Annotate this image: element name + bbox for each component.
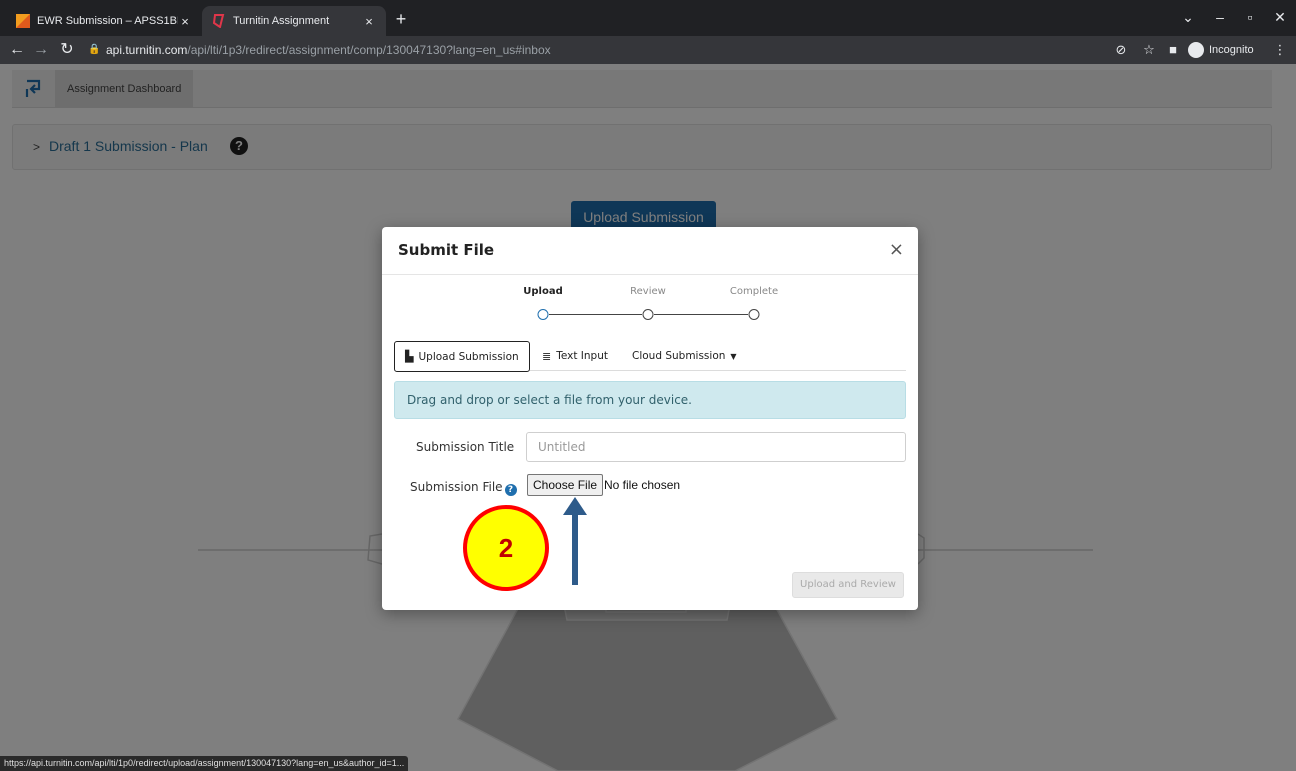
turnitin-favicon-icon [212,14,225,28]
step-connector [654,314,748,315]
restore-icon[interactable]: ▫ [1236,6,1264,28]
browser-tab-turnitin[interactable]: Turnitin Assignment × [202,6,386,36]
moodle-favicon-icon [16,14,30,28]
question-circle-icon[interactable]: ? [504,484,517,496]
tab-title: EWR Submission – APSS1BN16 E [37,15,178,27]
step-complete-label: Complete [729,286,779,297]
tab-cloud-label: Cloud Submission [632,350,726,362]
submission-title-label: Submission Title [416,440,515,454]
tab-close-icon[interactable]: × [362,14,376,29]
window-close-icon[interactable]: ✕ [1266,6,1294,28]
tab-upload-submission[interactable]: ▙ Upload Submission [394,341,530,372]
caret-down-icon: ▼ [730,351,737,361]
side-panel-icon[interactable]: ■ [1162,39,1184,61]
choose-file-button[interactable]: Choose File [527,474,604,496]
submission-file-label: Submission File? [410,480,517,496]
tab-upload-label: Upload Submission [418,350,519,363]
browser-tab-ewr[interactable]: EWR Submission – APSS1BN16 E × [6,6,202,36]
step-upload-label: Upload [523,286,563,297]
tab-title: Turnitin Assignment [233,15,330,27]
eye-off-icon[interactable]: ⊘ [1110,39,1132,61]
step-connector [549,314,642,315]
tab-text-label: Text Input [556,350,608,362]
upload-and-review-button[interactable]: Upload and Review [792,572,904,598]
address-bar[interactable]: 🔒 api.turnitin.com/api/lti/1p3/redirect/… [88,39,1088,61]
text-lines-icon: ≣ [542,349,552,363]
lock-icon: 🔒 [88,44,101,55]
back-arrow-icon[interactable]: ← [6,39,28,61]
file-icon: ▙ [405,350,414,363]
tab-text-input[interactable]: ≣ Text Input [542,341,608,371]
url-path: /api/lti/1p3/redirect/assignment/comp/13… [187,43,551,57]
step-upload-dot [537,309,549,320]
close-icon[interactable]: × [889,239,904,260]
submission-method-tabs: ▙ Upload Submission ≣ Text Input Cloud S… [394,341,906,372]
step-review-label: Review [630,286,666,297]
step-number-badge: 2 [463,505,549,591]
status-bar-url: https://api.turnitin.com/api/lti/1p0/red… [0,756,409,771]
modal-header: Submit File × [382,227,918,275]
browser-menu-icon[interactable]: ⋮ [1270,39,1290,61]
modal-title: Submit File [398,241,495,259]
incognito-label: Incognito [1209,44,1254,56]
browser-toolbar: ← → ↻ 🔒 api.turnitin.com/api/lti/1p3/red… [0,36,1296,64]
submission-title-input[interactable]: Untitled [526,432,906,462]
no-file-status: No file chosen [604,478,681,492]
step-review-dot [642,309,654,320]
forward-arrow-icon[interactable]: → [30,39,52,61]
drag-drop-hint[interactable]: Drag and drop or select a file from your… [394,381,906,419]
up-arrow-icon [563,497,587,585]
reload-icon[interactable]: ↻ [56,39,78,61]
page-content: Assignment Dashboard > Draft 1 Submissio… [0,64,1296,771]
tab-close-icon[interactable]: × [178,14,192,29]
tab-search-chevron-icon[interactable]: ⌄ [1174,6,1202,28]
new-tab-button[interactable]: + [390,9,412,31]
incognito-icon [1188,42,1204,58]
tab-cloud-submission[interactable]: Cloud Submission ▼ [632,341,742,371]
incognito-indicator[interactable]: Incognito [1188,39,1254,61]
minimize-icon[interactable]: – [1206,6,1234,28]
step-complete-dot [748,309,760,320]
bookmark-star-icon[interactable]: ☆ [1138,39,1160,61]
browser-tab-bar: EWR Submission – APSS1BN16 E × Turnitin … [0,0,1296,36]
url-host: api.turnitin.com [106,43,188,57]
